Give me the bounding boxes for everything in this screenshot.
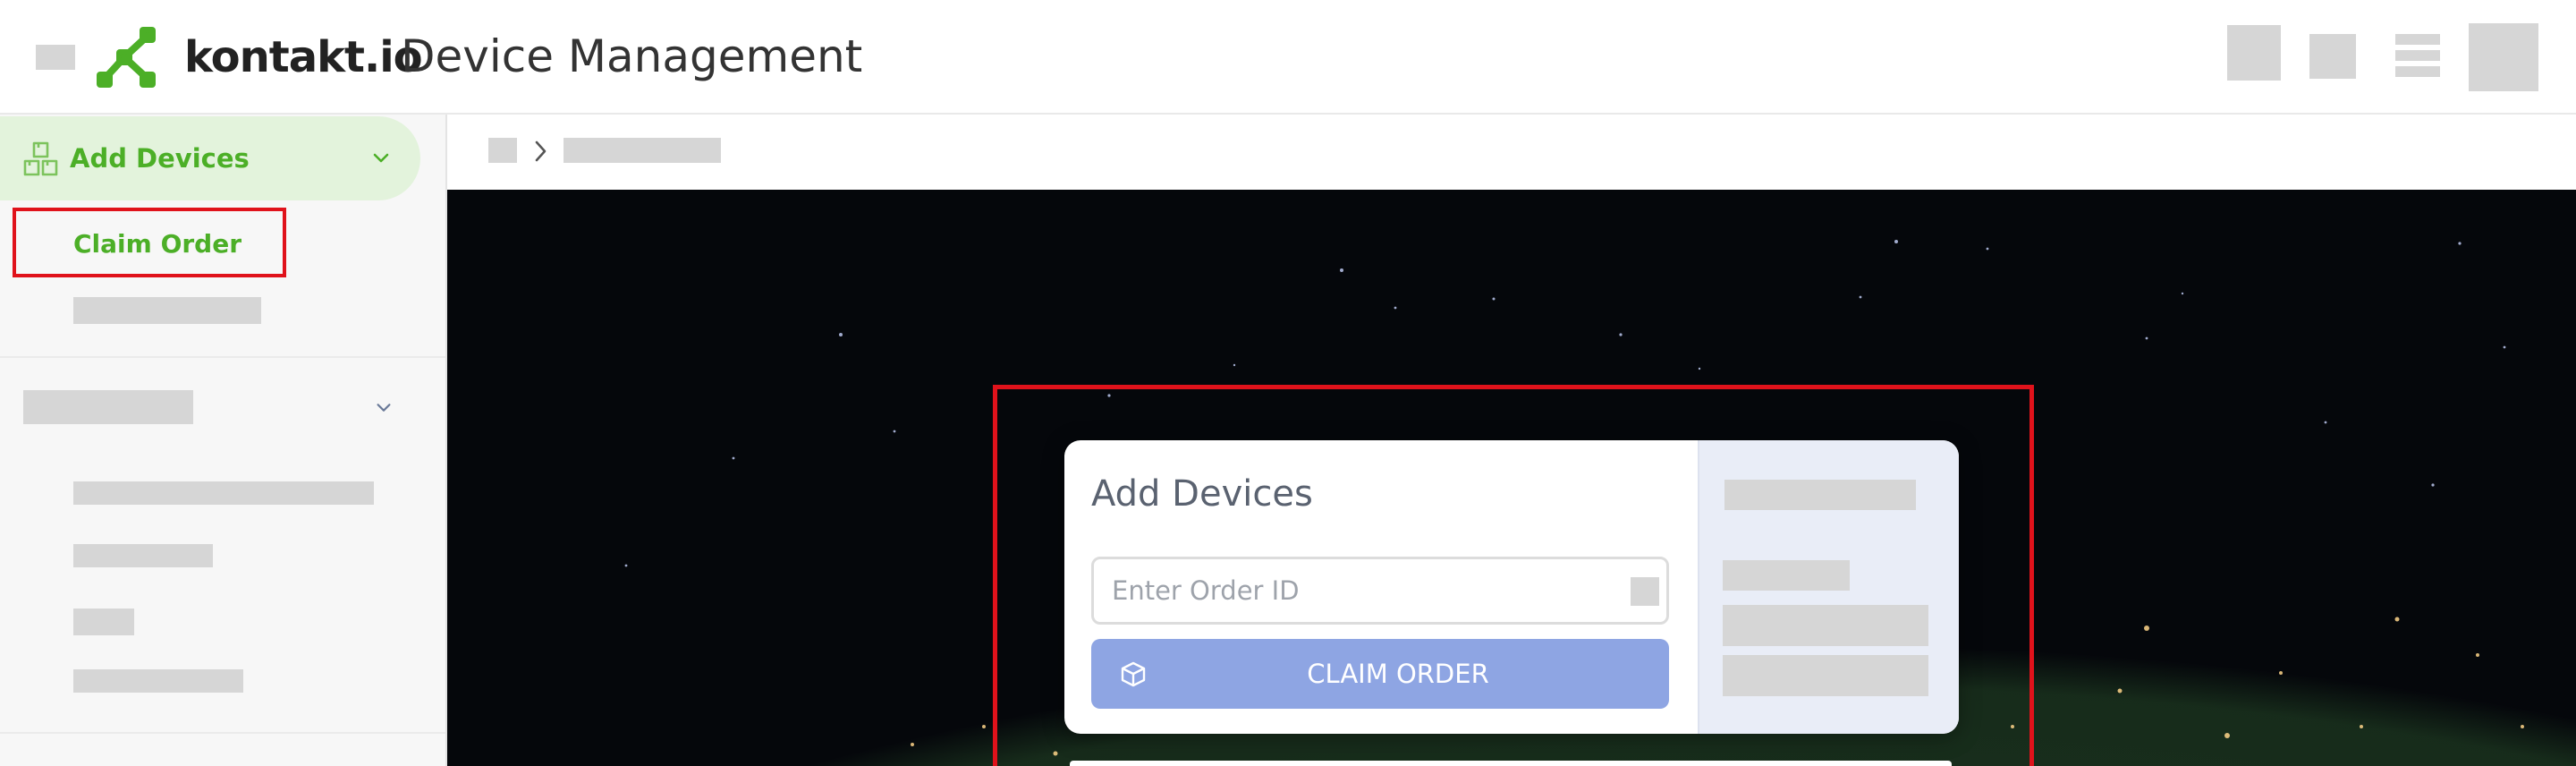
brand-name: kontakt.io <box>184 32 423 82</box>
info-panel-text <box>1723 560 1850 591</box>
add-devices-card: Add Devices CLAIM ORDER <box>1064 440 1959 734</box>
sidebar-item-placeholder[interactable] <box>73 481 374 505</box>
menu-button[interactable] <box>36 45 75 70</box>
sidebar-item-label: Claim Order <box>73 229 242 259</box>
order-id-input[interactable] <box>1112 572 1577 609</box>
info-panel-title <box>1724 480 1916 510</box>
sidebar-item-placeholder[interactable] <box>73 669 243 693</box>
card-title: Add Devices <box>1091 473 1313 515</box>
divider <box>0 356 445 358</box>
sidebar-section-add-devices[interactable]: Add Devices <box>0 116 420 200</box>
top-header: kontakt.io Device Management <box>0 0 2576 115</box>
sidebar-item-placeholder[interactable] <box>73 544 213 567</box>
breadcrumb-home[interactable] <box>488 138 517 163</box>
divider <box>0 732 445 734</box>
header-action-1[interactable] <box>2227 25 2281 81</box>
claim-order-button-label: CLAIM ORDER <box>1307 659 1489 689</box>
chevron-up-icon <box>373 153 389 163</box>
sidebar-section-label: Add Devices <box>70 143 250 174</box>
breadcrumb <box>447 115 2576 190</box>
sidebar: Add Devices Claim Order <box>0 115 447 766</box>
sidebar-section-placeholder[interactable] <box>23 390 193 424</box>
breadcrumb-current <box>564 138 721 163</box>
header-list-button[interactable] <box>2395 34 2440 81</box>
chevron-right-icon <box>535 140 547 162</box>
user-avatar[interactable] <box>2469 23 2538 91</box>
sidebar-item-placeholder[interactable] <box>73 297 261 324</box>
next-card-edge <box>1070 761 1952 766</box>
info-panel-text <box>1723 605 1928 646</box>
chevron-down-icon[interactable] <box>374 397 394 417</box>
kontakt-logo-icon <box>97 27 156 88</box>
input-action-icon[interactable] <box>1631 577 1659 606</box>
card-info-panel <box>1698 440 1959 734</box>
sidebar-item-placeholder[interactable] <box>73 609 134 635</box>
app-title: Device Management <box>401 30 863 82</box>
order-id-field[interactable] <box>1091 557 1669 625</box>
sidebar-item-claim-order[interactable]: Claim Order <box>13 208 286 277</box>
info-panel-text <box>1723 655 1928 696</box>
header-action-2[interactable] <box>2309 34 2356 79</box>
claim-order-button[interactable]: CLAIM ORDER <box>1091 639 1669 709</box>
boxes-icon <box>23 141 58 176</box>
